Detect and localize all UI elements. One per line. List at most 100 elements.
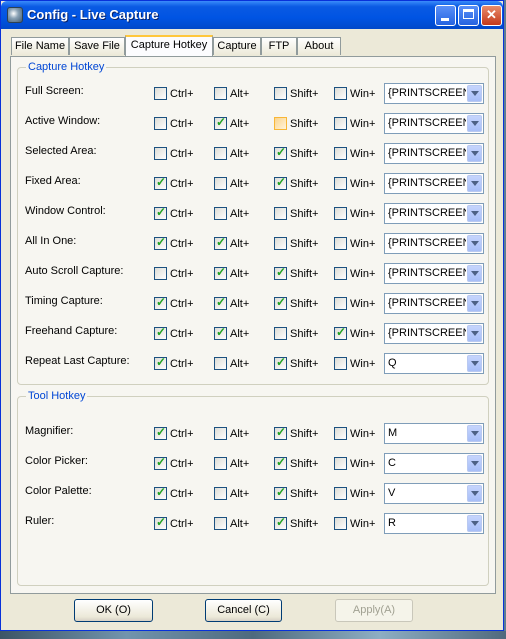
ctrl-checkbox[interactable]: Ctrl+ — [154, 117, 194, 130]
win-checkbox-box[interactable] — [334, 147, 347, 160]
hotkey-key-select[interactable]: {PRINTSCREEN} — [384, 233, 484, 254]
shift-checkbox-box[interactable] — [274, 87, 287, 100]
hotkey-key-select[interactable]: {PRINTSCREEN} — [384, 143, 484, 164]
alt-checkbox[interactable]: Alt+ — [214, 207, 249, 220]
alt-checkbox-box[interactable] — [214, 87, 227, 100]
alt-checkbox[interactable]: Alt+ — [214, 177, 249, 190]
dropdown-button[interactable] — [467, 455, 482, 472]
shift-checkbox[interactable]: Shift+ — [274, 207, 318, 220]
shift-checkbox-box[interactable] — [274, 117, 287, 130]
minimize-button[interactable] — [435, 5, 456, 26]
ctrl-checkbox[interactable]: Ctrl+ — [154, 147, 194, 160]
ctrl-checkbox-box[interactable]: ✓ — [154, 355, 167, 370]
win-checkbox[interactable]: Win+ — [334, 237, 375, 250]
hotkey-key-select[interactable]: {PRINTSCREEN} — [384, 293, 484, 314]
dropdown-button[interactable] — [467, 325, 482, 342]
win-checkbox[interactable]: ✓ Win+ — [334, 325, 375, 340]
tab-capture[interactable]: Capture — [213, 37, 261, 55]
alt-checkbox-box[interactable] — [214, 207, 227, 220]
alt-checkbox-box[interactable] — [214, 147, 227, 160]
ctrl-checkbox[interactable]: ✓ Ctrl+ — [154, 485, 194, 500]
win-checkbox-box[interactable] — [334, 237, 347, 250]
ctrl-checkbox-box[interactable] — [154, 147, 167, 160]
shift-checkbox[interactable]: ✓ Shift+ — [274, 295, 318, 310]
dropdown-button[interactable] — [467, 85, 482, 102]
dropdown-button[interactable] — [467, 115, 482, 132]
tab-save-file[interactable]: Save File — [69, 37, 125, 55]
alt-checkbox-box[interactable]: ✓ — [214, 265, 227, 280]
win-checkbox-box[interactable] — [334, 117, 347, 130]
ctrl-checkbox[interactable]: Ctrl+ — [154, 267, 194, 280]
dropdown-button[interactable] — [467, 295, 482, 312]
alt-checkbox[interactable]: ✓ Alt+ — [214, 295, 249, 310]
alt-checkbox-box[interactable] — [214, 517, 227, 530]
hotkey-key-select[interactable]: {PRINTSCREEN} — [384, 83, 484, 104]
win-checkbox-box[interactable] — [334, 87, 347, 100]
alt-checkbox[interactable]: ✓ Alt+ — [214, 115, 249, 130]
shift-checkbox[interactable]: ✓ Shift+ — [274, 515, 318, 530]
hotkey-key-select[interactable]: {PRINTSCREEN} — [384, 173, 484, 194]
shift-checkbox-box[interactable]: ✓ — [274, 175, 287, 190]
tab-about[interactable]: About — [297, 37, 341, 55]
win-checkbox[interactable]: Win+ — [334, 297, 375, 310]
alt-checkbox-box[interactable] — [214, 177, 227, 190]
shift-checkbox-box[interactable]: ✓ — [274, 265, 287, 280]
win-checkbox[interactable]: Win+ — [334, 207, 375, 220]
win-checkbox-box[interactable] — [334, 457, 347, 470]
win-checkbox[interactable]: Win+ — [334, 87, 375, 100]
hotkey-key-select[interactable]: {PRINTSCREEN} — [384, 263, 484, 284]
tab-file-name[interactable]: File Name — [11, 37, 69, 55]
shift-checkbox[interactable]: ✓ Shift+ — [274, 455, 318, 470]
shift-checkbox-box[interactable]: ✓ — [274, 485, 287, 500]
alt-checkbox-box[interactable] — [214, 457, 227, 470]
hotkey-key-select[interactable]: V — [384, 483, 484, 504]
hotkey-key-select[interactable]: {PRINTSCREEN} — [384, 323, 484, 344]
shift-checkbox-box[interactable]: ✓ — [274, 455, 287, 470]
win-checkbox-box[interactable] — [334, 267, 347, 280]
win-checkbox[interactable]: Win+ — [334, 117, 375, 130]
ctrl-checkbox-box[interactable] — [154, 117, 167, 130]
win-checkbox[interactable]: Win+ — [334, 517, 375, 530]
ctrl-checkbox-box[interactable]: ✓ — [154, 175, 167, 190]
dropdown-button[interactable] — [467, 205, 482, 222]
close-button[interactable]: ✕ — [481, 5, 502, 26]
shift-checkbox[interactable]: ✓ Shift+ — [274, 265, 318, 280]
shift-checkbox[interactable]: ✓ Shift+ — [274, 175, 318, 190]
hotkey-key-select[interactable]: M — [384, 423, 484, 444]
tab-ftp[interactable]: FTP — [261, 37, 297, 55]
dropdown-button[interactable] — [467, 145, 482, 162]
win-checkbox[interactable]: Win+ — [334, 177, 375, 190]
apply-button[interactable]: Apply(A) — [335, 599, 413, 622]
shift-checkbox-box[interactable] — [274, 207, 287, 220]
ctrl-checkbox-box[interactable]: ✓ — [154, 455, 167, 470]
dropdown-button[interactable] — [467, 175, 482, 192]
win-checkbox-box[interactable]: ✓ — [334, 325, 347, 340]
ctrl-checkbox-box[interactable]: ✓ — [154, 485, 167, 500]
win-checkbox-box[interactable] — [334, 487, 347, 500]
shift-checkbox[interactable]: Shift+ — [274, 117, 318, 130]
shift-checkbox-box[interactable] — [274, 327, 287, 340]
cancel-button[interactable]: Cancel (C) — [205, 599, 282, 622]
ctrl-checkbox[interactable]: ✓ Ctrl+ — [154, 515, 194, 530]
alt-checkbox-box[interactable] — [214, 487, 227, 500]
ok-button[interactable]: OK (O) — [74, 599, 153, 622]
alt-checkbox[interactable]: Alt+ — [214, 517, 249, 530]
win-checkbox-box[interactable] — [334, 207, 347, 220]
alt-checkbox[interactable]: Alt+ — [214, 147, 249, 160]
shift-checkbox-box[interactable]: ✓ — [274, 295, 287, 310]
tab-capture-hotkey[interactable]: Capture Hotkey — [125, 35, 213, 56]
win-checkbox[interactable]: Win+ — [334, 147, 375, 160]
win-checkbox-box[interactable] — [334, 517, 347, 530]
title-bar[interactable]: Config - Live Capture ✕ — [1, 1, 503, 29]
shift-checkbox[interactable]: ✓ Shift+ — [274, 355, 318, 370]
hotkey-key-select[interactable]: R — [384, 513, 484, 534]
alt-checkbox-box[interactable]: ✓ — [214, 115, 227, 130]
alt-checkbox-box[interactable]: ✓ — [214, 325, 227, 340]
win-checkbox-box[interactable] — [334, 427, 347, 440]
shift-checkbox[interactable]: ✓ Shift+ — [274, 145, 318, 160]
ctrl-checkbox-box[interactable]: ✓ — [154, 515, 167, 530]
dropdown-button[interactable] — [467, 355, 482, 372]
app-icon[interactable] — [7, 7, 23, 23]
alt-checkbox-box[interactable]: ✓ — [214, 295, 227, 310]
alt-checkbox[interactable]: ✓ Alt+ — [214, 265, 249, 280]
